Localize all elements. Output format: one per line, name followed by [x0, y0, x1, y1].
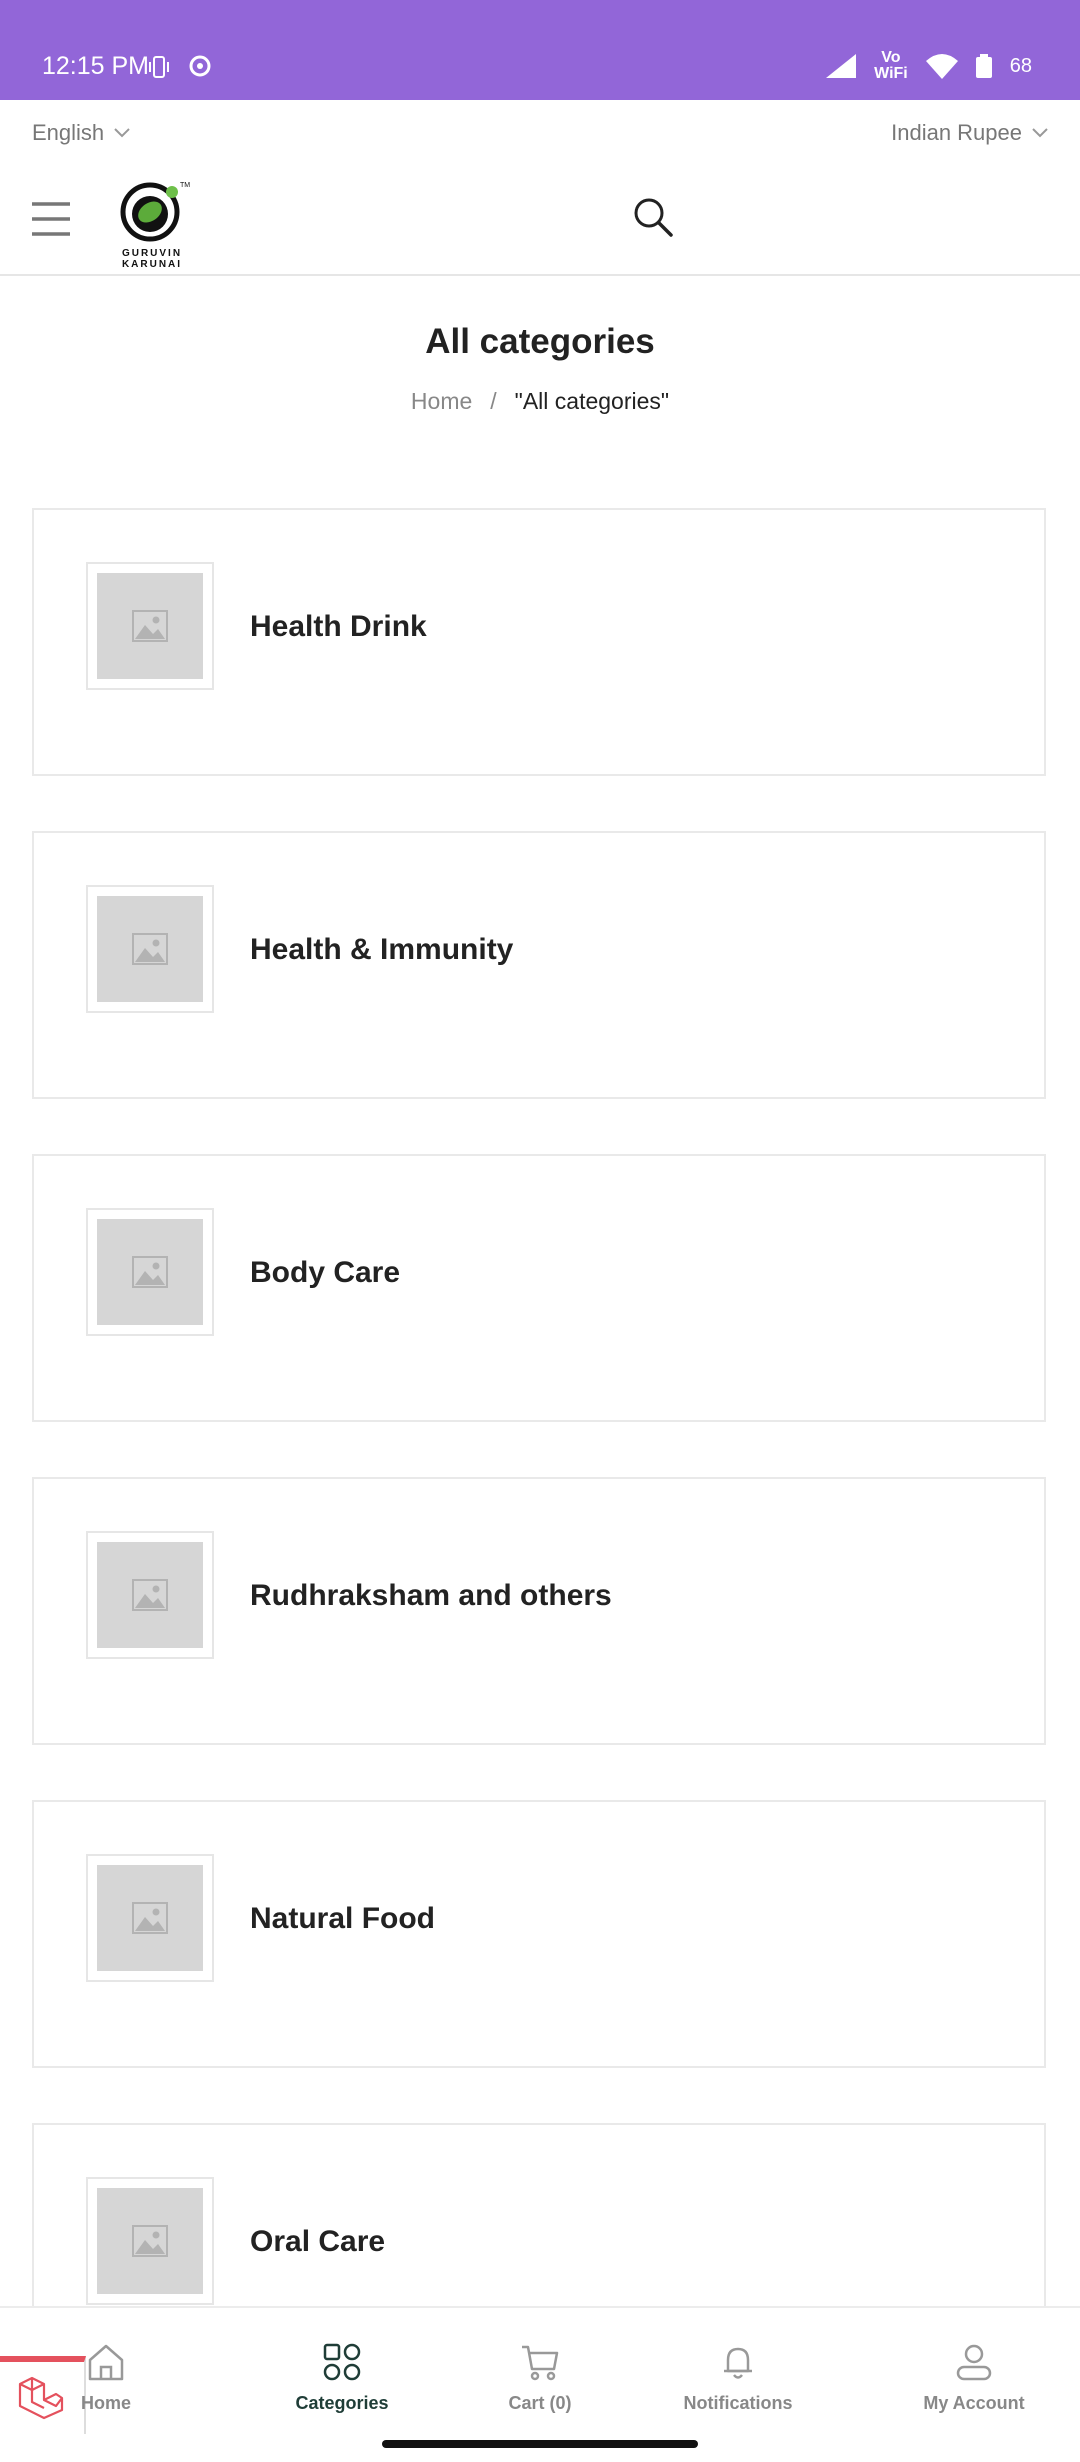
site-header: TM GURUVIN KARUNAI: [0, 168, 1080, 276]
category-card[interactable]: Rudhraksham and others: [32, 1477, 1046, 1745]
nav-notifications[interactable]: Notifications: [648, 2342, 828, 2414]
language-selector[interactable]: English: [32, 120, 130, 146]
category-thumbnail: [86, 562, 214, 690]
category-thumbnail: [86, 1854, 214, 1982]
nav-home-label: Home: [80, 2393, 131, 2413]
hamburger-menu-icon[interactable]: [32, 200, 70, 238]
image-placeholder-icon: [132, 1579, 168, 1611]
wifi-icon: [925, 54, 958, 79]
category-label: Body Care: [250, 1256, 401, 1289]
search-icon[interactable]: [632, 196, 674, 238]
status-right: Vo WiFi 68: [826, 50, 1032, 82]
nav-account-label: My Account: [923, 2393, 1025, 2413]
nav-home[interactable]: Home: [16, 2342, 196, 2414]
status-bar: 12:15 PM Vo WiFi 68: [0, 0, 1080, 100]
category-card[interactable]: Health Drink: [32, 508, 1046, 776]
category-label: Oral Care: [250, 2225, 386, 2258]
bottom-navigation: Home Categories Cart (0) Notifications M…: [0, 2306, 1080, 2462]
category-label: Health & Immunity: [250, 933, 514, 966]
svg-text:TM: TM: [180, 182, 190, 189]
category-thumbnail: [86, 1208, 214, 1336]
image-placeholder-icon: [132, 610, 168, 642]
battery-icon: [975, 54, 992, 78]
image-placeholder-icon: [132, 1902, 168, 1934]
image-placeholder-icon: [132, 2225, 168, 2257]
breadcrumb-home[interactable]: Home: [411, 388, 472, 414]
nav-cart[interactable]: Cart (0): [450, 2342, 630, 2414]
category-label: Rudhraksham and others: [250, 1579, 612, 1612]
vibrate-icon: [149, 56, 169, 78]
user-icon: [956, 2344, 992, 2381]
leaf-logo-icon: TM: [120, 182, 190, 242]
nav-categories[interactable]: Categories: [252, 2342, 432, 2414]
image-placeholder-icon: [132, 1256, 168, 1288]
locale-bar: English Indian Rupee: [0, 100, 1080, 168]
logo-line-1: GURUVIN: [121, 248, 183, 259]
category-thumbnail: [86, 885, 214, 1013]
category-card[interactable]: Natural Food: [32, 1800, 1046, 2068]
home-icon: [88, 2344, 124, 2381]
nav-cart-label: Cart (0): [508, 2393, 572, 2413]
currency-label: Indian Rupee: [891, 120, 1022, 145]
nav-notifications-label: Notifications: [683, 2393, 793, 2413]
cart-icon: [522, 2345, 559, 2381]
currency-selector[interactable]: Indian Rupee: [891, 120, 1048, 146]
home-indicator[interactable]: [382, 2440, 698, 2448]
status-time: 12:15 PM: [42, 52, 150, 80]
language-label: English: [32, 120, 105, 145]
breadcrumb-separator: /: [490, 388, 497, 414]
nav-account[interactable]: My Account: [884, 2342, 1064, 2414]
logo-line-2: KARUNAI: [121, 259, 183, 270]
bell-icon: [724, 2347, 752, 2379]
signal-icon: [826, 54, 857, 78]
image-placeholder-icon: [132, 933, 168, 965]
battery-level: 68: [1009, 54, 1032, 77]
category-label: Natural Food: [250, 1902, 435, 1935]
category-card[interactable]: Body Care: [32, 1154, 1046, 1422]
brand-logo[interactable]: TM GURUVIN KARUNAI: [112, 178, 192, 270]
category-thumbnail: [86, 2177, 214, 2305]
chevron-down-icon: [1032, 128, 1048, 138]
page-title: All categories: [425, 322, 655, 361]
category-card[interactable]: Health & Immunity: [32, 831, 1046, 1099]
breadcrumb: Home / "All categories": [0, 388, 1080, 415]
vowifi-label: Vo WiFi: [874, 49, 908, 82]
status-icons: [146, 52, 214, 85]
settings-icon: [189, 55, 211, 77]
category-label: Health Drink: [250, 610, 427, 643]
nav-categories-label: Categories: [295, 2393, 389, 2413]
categories-grid-icon: [323, 2343, 361, 2381]
chevron-down-icon: [114, 128, 130, 138]
category-thumbnail: [86, 1531, 214, 1659]
breadcrumb-current: "All categories": [514, 388, 670, 414]
